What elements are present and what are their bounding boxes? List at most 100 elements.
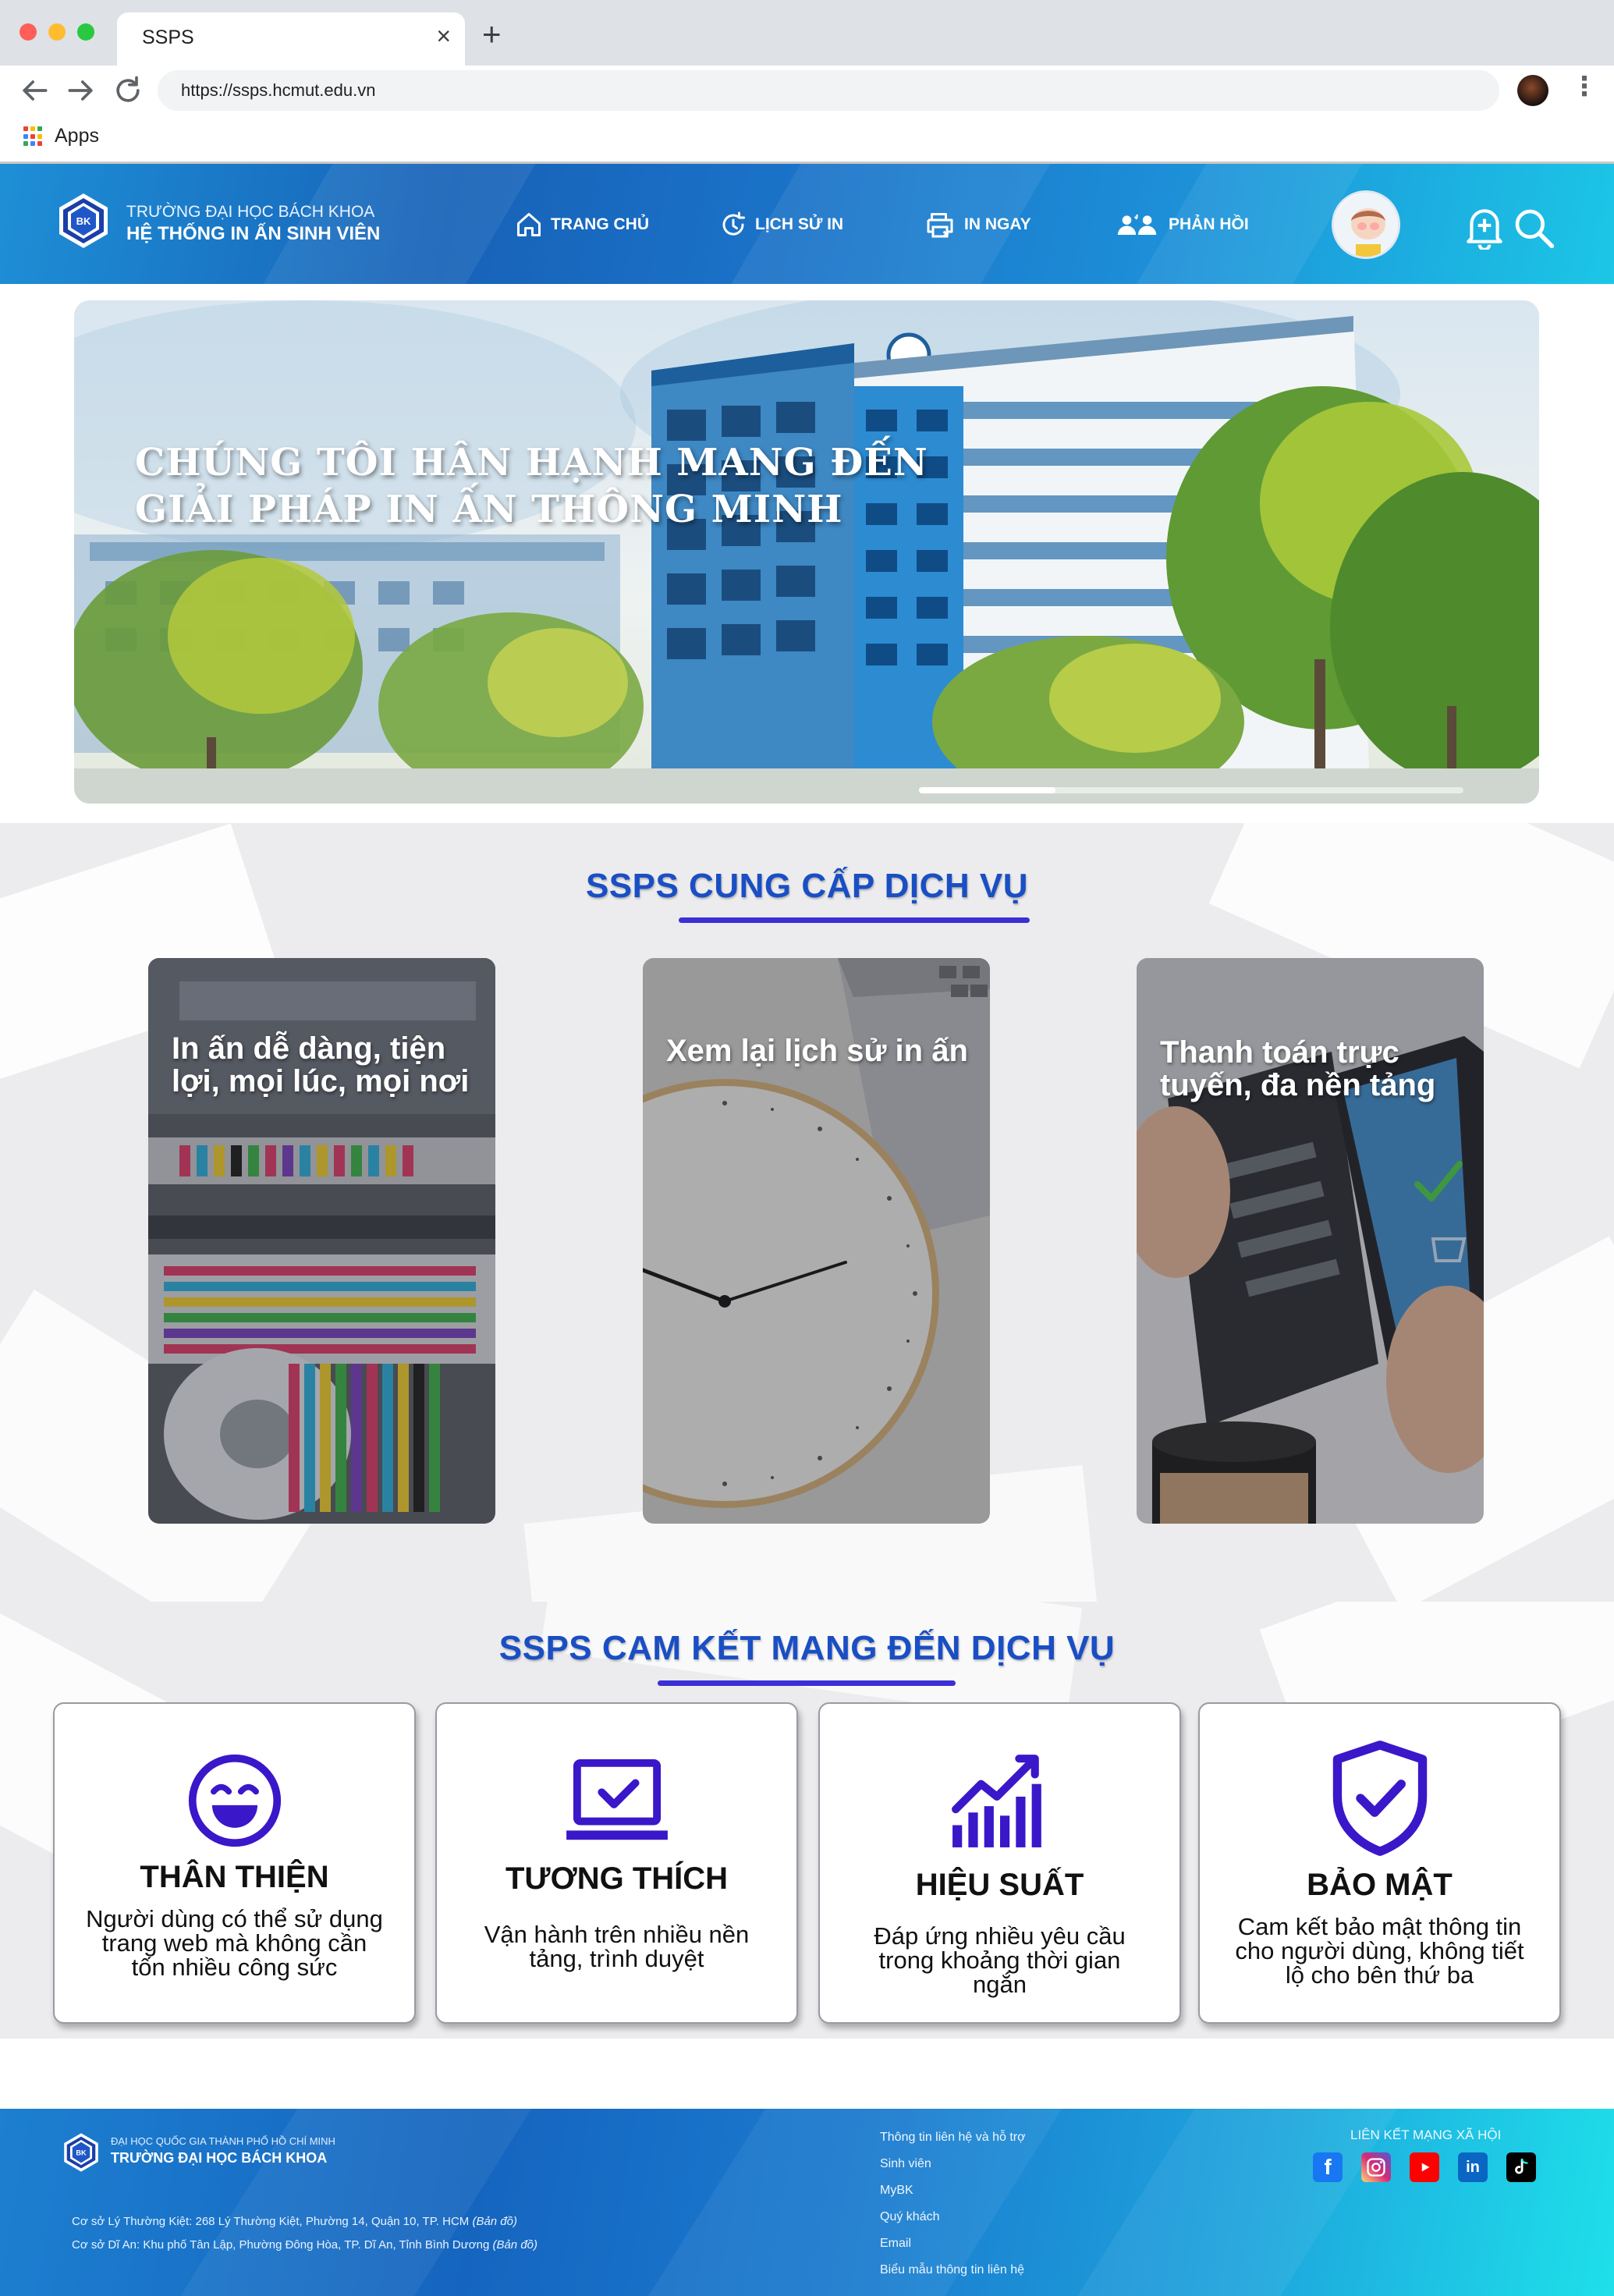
address-text: Cơ sở Dĩ An: Khu phố Tân Lập, Phường Đôn… <box>72 2238 493 2252</box>
nav-history-label: LỊCH SỬ IN <box>755 215 844 233</box>
tab-title: SSPS <box>142 27 194 48</box>
back-arrow-icon[interactable] <box>17 73 51 108</box>
services-section: SSPS CUNG CẤP DỊCH VỤ In ấn dễ dàng, tiệ… <box>0 823 1614 1602</box>
youtube-icon[interactable] <box>1410 2152 1439 2182</box>
browser-menu-icon[interactable]: ⋮ <box>1571 73 1598 100</box>
browser-toolbar: https://ssps.hcmut.edu.vn ⋮ <box>0 66 1614 117</box>
footer-links: Thông tin liên hệ và hỗ trợ Sinh viên My… <box>880 2124 1026 2284</box>
commitments-title: SSPS CAM KẾT MANG ĐẾN DỊCH VỤ <box>498 1629 1116 1667</box>
nav-feedback[interactable]: PHẢN HỒI <box>1116 208 1249 242</box>
commitment-description: Đáp ứng nhiều yêu cầu trong khoảng thời … <box>874 1922 1126 1998</box>
service-printing-label: In ấn dễ dàng, tiện lợi, mọi lúc, mọi nơ… <box>172 1031 470 1098</box>
minimize-window-button[interactable] <box>48 23 66 41</box>
nav-feedback-label: PHẢN HỒI <box>1169 215 1249 233</box>
hero-banner: CHÚNG TÔI HÂN HẠNH MANG ĐẾN GIẢI PHÁP IN… <box>74 300 1539 804</box>
facebook-icon[interactable]: f <box>1313 2152 1343 2182</box>
instagram-glyph <box>1367 2158 1385 2177</box>
footer-link-guests[interactable]: Quý khách <box>880 2204 1026 2230</box>
avatar-illustration <box>1334 193 1398 257</box>
smile-icon <box>188 1754 281 1847</box>
hero-title-line1: CHÚNG TÔI HÂN HẠNH MANG ĐẾN <box>135 441 928 484</box>
commitment-card-performance: HIỆU SUẤT Đáp ứng nhiều yêu cầu trong kh… <box>818 1702 1181 2024</box>
tab-close-icon[interactable]: × <box>436 22 451 51</box>
youtube-glyph <box>1421 2163 1430 2172</box>
commitment-card-security: BẢO MẬT Cam kết bảo mật thông tin cho ng… <box>1198 1702 1561 2024</box>
nav-home-label: TRANG CHỦ <box>551 215 649 233</box>
footer-school: TRƯỜNG ĐẠI HỌC BÁCH KHOA <box>111 2150 328 2166</box>
commitment-description: Cam kết bảo mật thông tin cho người dùng… <box>1235 1913 1524 1989</box>
footer-link-email[interactable]: Email <box>880 2230 1026 2257</box>
commitment-icon-wrap <box>820 1749 1179 1851</box>
new-tab-button[interactable]: + <box>482 16 502 53</box>
carousel-progress-track[interactable] <box>919 787 1463 793</box>
reload-icon[interactable] <box>111 73 145 108</box>
commitments-title-underline <box>658 1680 956 1686</box>
hero-illustration <box>74 300 1539 804</box>
footer-university: ĐẠI HỌC QUỐC GIA THÀNH PHỐ HỒ CHÍ MINH <box>111 2135 335 2147</box>
commitment-icon-wrap <box>1200 1740 1559 1857</box>
service-card-history[interactable]: Xem lại lịch sử in ấn <box>643 958 990 1524</box>
user-avatar[interactable] <box>1332 190 1400 259</box>
browser-tab-ssps[interactable]: SSPS × <box>117 12 465 66</box>
footer-link-contact-form[interactable]: Biểu mẫu thông tin liên hệ <box>880 2257 1026 2284</box>
profile-avatar[interactable] <box>1517 75 1548 106</box>
footer-address-2: Cơ sở Dĩ An: Khu phố Tân Lập, Phường Đôn… <box>72 2238 537 2252</box>
service-card-payment[interactable]: Thanh toán trực tuyến, đa nền tảng <box>1137 958 1484 1524</box>
tiktok-icon[interactable] <box>1506 2152 1536 2182</box>
footer-link-students[interactable]: Sinh viên <box>880 2151 1026 2177</box>
social-links-title: LIÊN KẾT MẠNG XÃ HỘI <box>1350 2127 1502 2142</box>
instagram-icon[interactable] <box>1361 2152 1391 2182</box>
footer-address-1: Cơ sở Lý Thường Kiệt: 268 Lý Thường Kiệt… <box>72 2215 517 2228</box>
service-card-printing[interactable]: In ấn dễ dàng, tiện lợi, mọi lúc, mọi nơ… <box>148 958 495 1524</box>
footer-link-contact-support[interactable]: Thông tin liên hệ và hỗ trợ <box>880 2124 1026 2151</box>
bk-logo[interactable]: BK <box>55 192 112 250</box>
address-bar[interactable]: https://ssps.hcmut.edu.vn <box>158 70 1499 111</box>
close-window-button[interactable] <box>20 23 37 41</box>
commitment-icon-wrap <box>55 1752 414 1849</box>
bookmarks-bar: Apps <box>0 117 1614 161</box>
tab-strip: SSPS × + <box>0 0 1614 66</box>
laptop-check-icon <box>566 1758 668 1840</box>
services-title-underline <box>679 917 1030 923</box>
search-icon[interactable] <box>1512 206 1555 250</box>
commitment-card-compatible: TƯƠNG THÍCH Vận hành trên nhiều nền tảng… <box>435 1702 798 2024</box>
nav-print-history[interactable]: LỊCH SỬ IN <box>719 208 843 242</box>
hero-title-line2: GIẢI PHÁP IN ẤN THÔNG MINH <box>135 488 843 531</box>
feedback-icon <box>1117 214 1157 236</box>
nav-home[interactable]: TRANG CHỦ <box>515 208 649 242</box>
site-footer: BK ĐẠI HỌC QUỐC GIA THÀNH PHỐ HỒ CHÍ MIN… <box>0 2109 1614 2296</box>
footer-logo-text: BK <box>76 2149 87 2157</box>
forward-arrow-icon[interactable] <box>64 73 98 108</box>
apps-grid-icon[interactable] <box>23 126 44 147</box>
service-payment-label: Thanh toán trực tuyến, đa nền tảng <box>1160 1035 1436 1102</box>
url-text: https://ssps.hcmut.edu.vn <box>181 80 376 100</box>
commitment-heading: THÂN THIỆN <box>140 1860 329 1894</box>
hero-title: CHÚNG TÔI HÂN HẠNH MANG ĐẾN GIẢI PHÁP IN… <box>135 439 928 533</box>
logo-text: BK <box>76 215 91 227</box>
commitment-description: Người dùng có thể sử dụng trang web mà k… <box>86 1905 383 1981</box>
footer-bk-logo[interactable]: BK <box>61 2132 101 2173</box>
commitment-card-friendly: THÂN THIỆN Người dùng có thể sử dụng tra… <box>53 1702 416 2024</box>
printer-icon <box>927 213 953 238</box>
carousel-progress-indicator[interactable] <box>919 787 1055 793</box>
browser-window-chrome: SSPS × + https://ssps.hcmut.edu.vn ⋮ App… <box>0 0 1614 164</box>
footer-link-mybk[interactable]: MyBK <box>880 2177 1026 2204</box>
linkedin-icon[interactable]: in <box>1458 2152 1488 2182</box>
site-header: BK TRƯỜNG ĐẠI HỌC BÁCH KHOA HỆ THỐNG IN … <box>0 164 1614 284</box>
commitment-icon-wrap <box>437 1757 796 1849</box>
commitment-heading: BẢO MẬT <box>1307 1868 1453 1902</box>
service-history-label: Xem lại lịch sử in ấn <box>666 1034 968 1068</box>
system-name: HỆ THỐNG IN ẤN SINH VIÊN <box>126 223 381 244</box>
nav-print-now[interactable]: IN NGAY <box>924 208 1031 242</box>
services-title: SSPS CUNG CẤP DỊCH VỤ <box>585 867 1029 905</box>
maximize-window-button[interactable] <box>77 23 94 41</box>
notification-bell-icon[interactable] <box>1465 204 1504 250</box>
nav-print-label: IN NGAY <box>964 215 1031 233</box>
apps-bookmark[interactable]: Apps <box>55 125 99 147</box>
commitment-description: Vận hành trên nhiều nền tảng, trình duyệ… <box>484 1921 750 1972</box>
performance-chart-icon <box>951 1755 1041 1847</box>
map-link[interactable]: (Bản đồ) <box>472 2215 517 2228</box>
address-text: Cơ sở Lý Thường Kiệt: 268 Lý Thường Kiệt… <box>72 2215 473 2228</box>
map-link[interactable]: (Bản đồ) <box>492 2238 537 2252</box>
home-icon <box>517 213 541 236</box>
